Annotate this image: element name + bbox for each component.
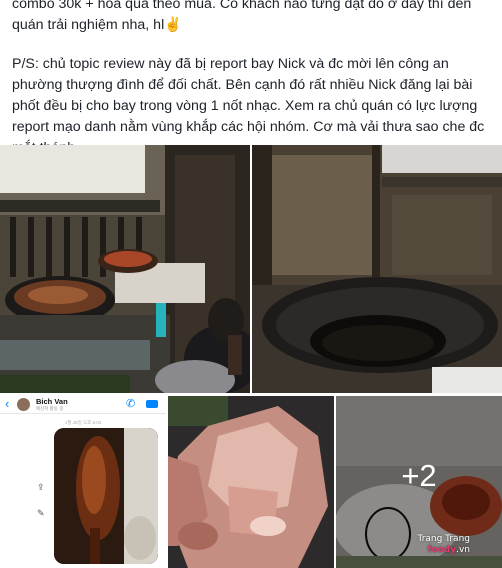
more-photos-count[interactable]: +2: [336, 458, 502, 494]
watermark-brand: foody.vn: [418, 545, 471, 556]
post-paragraph-1: combo 30k + hoa quả theo mùa. Có khách n…: [12, 0, 492, 36]
post-line-1: combo 30k + hoa quả theo mùa. Có khách n…: [12, 0, 472, 33]
chat-contact-status: 메신저 활동 중: [36, 406, 64, 411]
photo-more-images[interactable]: +2 Trang Trang foody.vn: [336, 396, 502, 568]
chat-timestamp: 1월 28일 오후 6:03: [64, 420, 102, 425]
avatar: [17, 398, 30, 411]
photo-messenger-chat[interactable]: ‹ Bich Van 메신저 활동 중 ✆ 1월 28일 오후 6:03 ⇪ ✎: [0, 396, 166, 568]
chat-header: ‹ Bich Van 메신저 활동 중 ✆: [0, 396, 166, 414]
back-icon[interactable]: ‹: [5, 397, 9, 411]
dirty-wok-illustration: [252, 145, 502, 393]
photo-raw-meat[interactable]: [168, 396, 334, 568]
victory-hand-emoji-icon: ✌: [164, 17, 182, 33]
chat-photo-bubble[interactable]: [54, 428, 158, 564]
chat-contact-name: Bich Van: [36, 397, 68, 406]
phone-icon[interactable]: ✆: [126, 397, 135, 411]
roasted-duck-leg-illustration: [54, 428, 158, 564]
photo-dirty-wok[interactable]: [252, 145, 502, 393]
watermark-brand-suffix: .vn: [456, 545, 470, 555]
photo-watermark: Trang Trang foody.vn: [418, 534, 470, 556]
kitchen-stove-illustration: [0, 145, 250, 393]
share-icon[interactable]: ⇪: [37, 482, 45, 493]
photo-kitchen-stove[interactable]: [0, 145, 250, 393]
watermark-author: Trang Trang: [417, 534, 470, 544]
watermark-brand-name: foody: [427, 545, 457, 555]
raw-meat-illustration: [168, 396, 334, 568]
edit-icon[interactable]: ✎: [37, 508, 45, 519]
post-text: combo 30k + hoa quả theo mùa. Có khách n…: [12, 0, 492, 159]
post-paragraph-2: P/S: chủ topic review này đã bị report b…: [12, 56, 485, 156]
video-call-icon[interactable]: [146, 400, 158, 408]
